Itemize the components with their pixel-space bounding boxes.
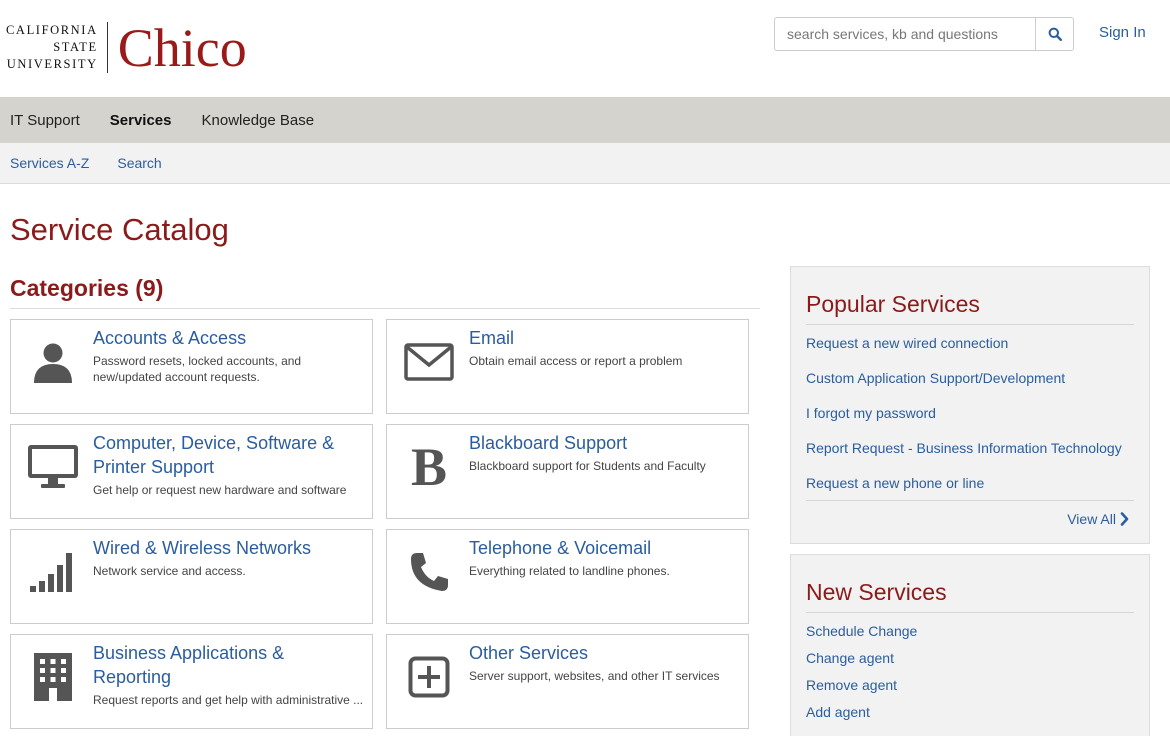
panel-divider (806, 324, 1134, 325)
category-description: Everything related to landline phones. (469, 564, 670, 578)
popular-service-link[interactable]: Custom Application Support/Development (806, 370, 1065, 386)
category-title[interactable]: Accounts & Access (93, 326, 363, 350)
sub-nav: Services A-Z Search (0, 143, 1170, 184)
panel-divider (806, 612, 1134, 613)
main-nav: IT Support Services Knowledge Base (0, 97, 1170, 143)
popular-service-link[interactable]: I forgot my password (806, 405, 936, 421)
site-header: CALIFORNIA STATE UNIVERSITY Chico Sign I… (0, 0, 1170, 97)
category-description: Network service and access. (93, 564, 246, 578)
category-title[interactable]: Blackboard Support (469, 431, 739, 455)
category-title[interactable]: Wired & Wireless Networks (93, 536, 363, 560)
category-title[interactable]: Computer, Device, Software & Printer Sup… (93, 431, 363, 479)
search-button[interactable] (1035, 18, 1073, 50)
chevron-right-icon (1120, 512, 1129, 526)
panel-divider (806, 500, 1134, 501)
popular-service-link[interactable]: Report Request - Business Information Te… (806, 440, 1122, 456)
popular-services-title: Popular Services (806, 291, 980, 317)
categories-heading: Categories (9) (10, 275, 164, 301)
category-title[interactable]: Telephone & Voicemail (469, 536, 739, 560)
view-all-label: View All (1067, 511, 1116, 527)
category-card-computer-device[interactable]: Computer, Device, Software & Printer Sup… (10, 424, 373, 519)
new-services-panel: New Services Schedule Change Change agen… (790, 554, 1150, 736)
search-box (774, 17, 1074, 51)
blackboard-b-icon: B (410, 437, 448, 497)
category-card-business-applications[interactable]: Business Applications & Reporting Reques… (10, 634, 373, 729)
category-card-networks[interactable]: Wired & Wireless Networks Network servic… (10, 529, 373, 624)
category-title[interactable]: Email (469, 326, 739, 350)
category-description: Blackboard support for Students and Facu… (469, 459, 706, 473)
category-description: Password resets, locked accounts, and ne… (93, 354, 302, 384)
category-description: Request reports and get help with admini… (93, 693, 364, 707)
search-input[interactable] (775, 18, 1035, 50)
building-icon (25, 649, 81, 705)
logo-csu-text: CALIFORNIA STATE UNIVERSITY (6, 22, 108, 73)
subnav-item-services-a-z[interactable]: Services A-Z (10, 155, 89, 171)
csu-chico-logo[interactable]: CALIFORNIA STATE UNIVERSITY Chico (6, 17, 247, 78)
new-services-title: New Services (806, 579, 947, 605)
category-description: Obtain email access or report a problem (469, 354, 683, 368)
category-title[interactable]: Other Services (469, 641, 739, 665)
envelope-icon (401, 334, 457, 390)
popular-service-link[interactable]: Request a new phone or line (806, 475, 984, 491)
category-card-other-services[interactable]: Other Services Server support, websites,… (386, 634, 749, 729)
new-service-link[interactable]: Remove agent (806, 677, 897, 693)
search-icon (1048, 27, 1062, 41)
nav-item-services[interactable]: Services (110, 112, 172, 129)
page-title: Service Catalog (10, 212, 229, 247)
category-title[interactable]: Business Applications & Reporting (93, 641, 363, 689)
category-description: Server support, websites, and other IT s… (469, 669, 720, 683)
category-card-telephone[interactable]: Telephone & Voicemail Everything related… (386, 529, 749, 624)
sign-in-link[interactable]: Sign In (1099, 24, 1146, 41)
user-icon (25, 334, 81, 390)
nav-item-knowledge-base[interactable]: Knowledge Base (202, 112, 315, 129)
categories-divider (10, 308, 760, 309)
plus-square-icon (401, 649, 457, 705)
phone-icon (401, 544, 457, 600)
logo-chico-text: Chico (117, 17, 247, 78)
new-service-link[interactable]: Change agent (806, 650, 894, 666)
signal-bars-icon (25, 544, 81, 600)
new-service-link[interactable]: Schedule Change (806, 623, 917, 639)
view-all-link[interactable]: View All (1067, 511, 1129, 527)
popular-services-panel: Popular Services Request a new wired con… (790, 266, 1150, 544)
category-description: Get help or request new hardware and sof… (93, 483, 347, 497)
category-card-blackboard[interactable]: B Blackboard Support Blackboard support … (386, 424, 749, 519)
subnav-item-search[interactable]: Search (117, 155, 161, 171)
popular-service-link[interactable]: Request a new wired connection (806, 335, 1008, 351)
nav-item-it-support[interactable]: IT Support (10, 112, 80, 129)
new-service-link[interactable]: Add agent (806, 704, 870, 720)
monitor-icon (25, 439, 81, 495)
category-card-email[interactable]: Email Obtain email access or report a pr… (386, 319, 749, 414)
category-card-accounts-access[interactable]: Accounts & Access Password resets, locke… (10, 319, 373, 414)
